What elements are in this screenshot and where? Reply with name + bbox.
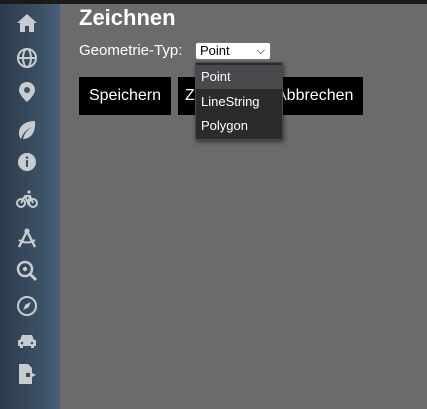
cancel-button[interactable]: Abbrechen	[283, 77, 363, 115]
home-icon[interactable]	[13, 9, 41, 37]
chevron-down-icon: ⌵	[256, 45, 265, 57]
leaf-icon[interactable]	[13, 116, 41, 144]
option-polygon[interactable]: Polygon	[196, 114, 282, 138]
save-button[interactable]: Speichern	[79, 77, 171, 115]
geometry-type-select[interactable]: Point ⌵	[195, 42, 271, 60]
select-value: Point	[200, 43, 230, 58]
file-export-icon[interactable]	[13, 360, 41, 388]
page-title: Zeichnen	[79, 5, 176, 30]
search-location-icon[interactable]	[13, 257, 41, 285]
compass-icon[interactable]	[13, 292, 41, 320]
geometry-type-dropdown: Point LineString Polygon	[195, 62, 283, 140]
option-point[interactable]: Point	[196, 65, 282, 89]
geometry-type-label: Geometrie-Typ:	[79, 42, 183, 59]
car-icon[interactable]	[13, 327, 41, 355]
bicycle-icon[interactable]	[13, 185, 41, 213]
sidebar	[0, 4, 60, 409]
globe-icon[interactable]	[13, 44, 41, 72]
option-linestring[interactable]: LineString	[196, 90, 282, 114]
compass-drafting-icon[interactable]	[13, 224, 41, 252]
cancel-label: Abbrechen	[283, 87, 354, 104]
map-marker-icon[interactable]	[13, 78, 41, 106]
info-icon[interactable]	[13, 148, 41, 176]
